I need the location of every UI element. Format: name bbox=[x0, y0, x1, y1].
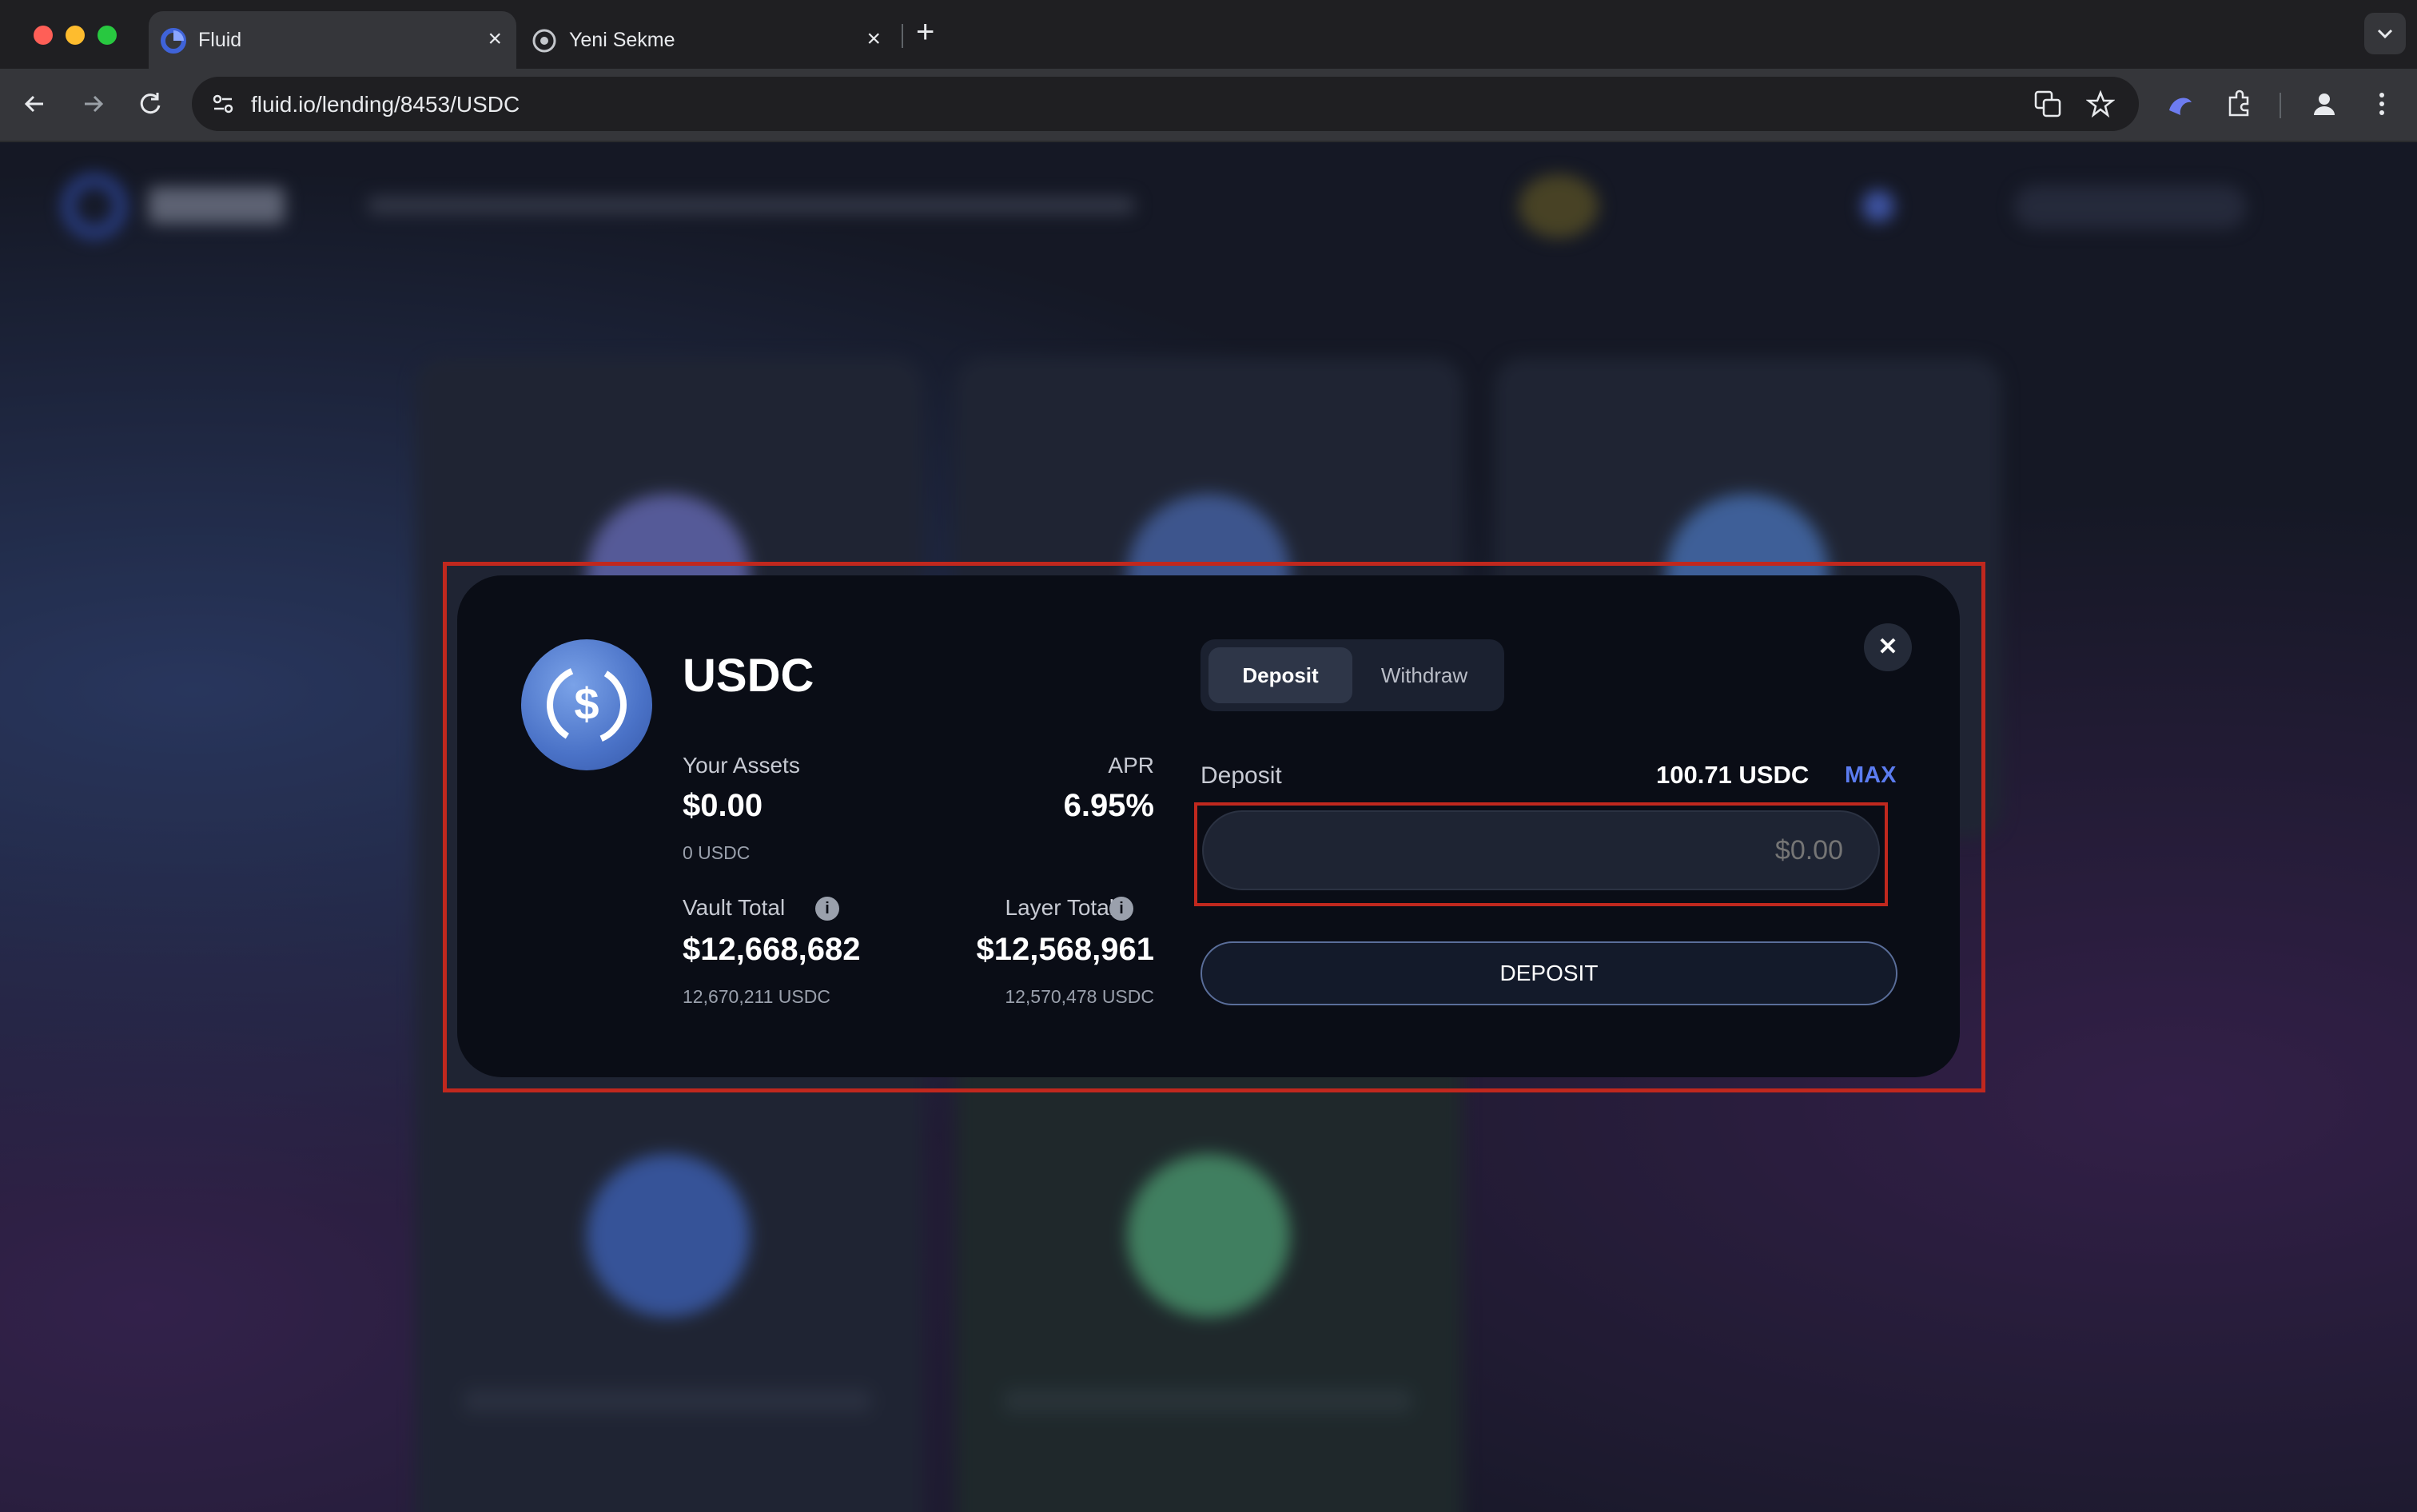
your-assets-sub: 0 USDC bbox=[683, 842, 751, 863]
svg-text:$: $ bbox=[574, 678, 599, 729]
toolbar-divider bbox=[2280, 93, 2281, 118]
max-button[interactable]: MAX bbox=[1845, 762, 1896, 789]
close-tab-icon[interactable]: × bbox=[866, 27, 881, 51]
chevron-down-icon bbox=[2377, 29, 2393, 39]
apr-label: APR bbox=[1108, 753, 1154, 778]
browser-tab-bar: Fluid × Yeni Sekme × + bbox=[0, 0, 2417, 69]
layer-total-sub: 12,570,478 USDC bbox=[1005, 986, 1154, 1007]
bookmark-star-icon[interactable] bbox=[2086, 90, 2115, 118]
layer-total-value: $12,568,961 bbox=[976, 932, 1154, 967]
your-assets-label: Your Assets bbox=[683, 753, 800, 778]
minimize-window-button[interactable] bbox=[66, 26, 85, 45]
vault-total-value: $12,668,682 bbox=[683, 932, 861, 967]
asset-modal: $ USDC Your Assets $0.00 0 USDC APR 6.95… bbox=[457, 575, 1960, 1077]
vault-total-sub: 12,670,211 USDC bbox=[683, 986, 830, 1007]
tab-new-tab[interactable]: Yeni Sekme × bbox=[520, 11, 895, 69]
tab-title: Yeni Sekme bbox=[569, 29, 675, 51]
profile-avatar-icon[interactable] bbox=[2307, 86, 2342, 121]
more-menu-icon[interactable] bbox=[2364, 86, 2399, 121]
deposit-withdraw-toggle: Deposit Withdraw bbox=[1201, 639, 1504, 711]
wallet-balance: 100.71 USDC bbox=[1656, 761, 1810, 789]
your-assets-value: $0.00 bbox=[683, 788, 763, 823]
deposit-label: Deposit bbox=[1201, 762, 1282, 789]
tab-search-button[interactable] bbox=[2364, 13, 2406, 54]
chrome-icon bbox=[532, 29, 556, 53]
info-icon[interactable]: i bbox=[815, 897, 839, 921]
forward-arrow-icon[interactable] bbox=[75, 86, 110, 121]
url-text: fluid.io/lending/8453/USDC bbox=[251, 92, 520, 117]
layer-total-label: Layer Total bbox=[1005, 895, 1114, 920]
close-icon[interactable]: ✕ bbox=[1864, 623, 1912, 671]
tab-fluid[interactable]: Fluid × bbox=[149, 11, 516, 69]
vault-total-label: Vault Total bbox=[683, 895, 786, 920]
tab-deposit[interactable]: Deposit bbox=[1208, 647, 1352, 703]
translate-icon[interactable] bbox=[2033, 90, 2062, 118]
extension-fluid-icon[interactable] bbox=[2163, 88, 2198, 123]
tab-title: Fluid bbox=[198, 29, 242, 51]
browser-toolbar: fluid.io/lending/8453/USDC bbox=[0, 69, 2417, 142]
new-tab-button[interactable]: + bbox=[916, 14, 934, 50]
apr-value: 6.95% bbox=[1063, 788, 1154, 823]
tab-separator bbox=[902, 24, 903, 48]
address-bar[interactable]: fluid.io/lending/8453/USDC bbox=[192, 77, 2139, 131]
close-tab-icon[interactable]: × bbox=[488, 27, 502, 51]
fluid-logo-icon bbox=[161, 28, 186, 54]
extensions-puzzle-icon[interactable] bbox=[2222, 86, 2257, 121]
usdc-coin-icon: $ bbox=[521, 639, 652, 770]
tab-withdraw[interactable]: Withdraw bbox=[1352, 647, 1496, 703]
asset-title: USDC bbox=[683, 650, 814, 702]
reload-icon[interactable] bbox=[133, 86, 168, 121]
close-window-button[interactable] bbox=[34, 26, 53, 45]
deposit-button[interactable]: DEPOSIT bbox=[1201, 941, 1897, 1005]
info-icon[interactable]: i bbox=[1109, 897, 1133, 921]
site-settings-icon[interactable] bbox=[209, 90, 237, 117]
zoom-window-button[interactable] bbox=[98, 26, 117, 45]
deposit-amount-input[interactable] bbox=[1202, 810, 1880, 890]
back-arrow-icon[interactable] bbox=[18, 86, 53, 121]
